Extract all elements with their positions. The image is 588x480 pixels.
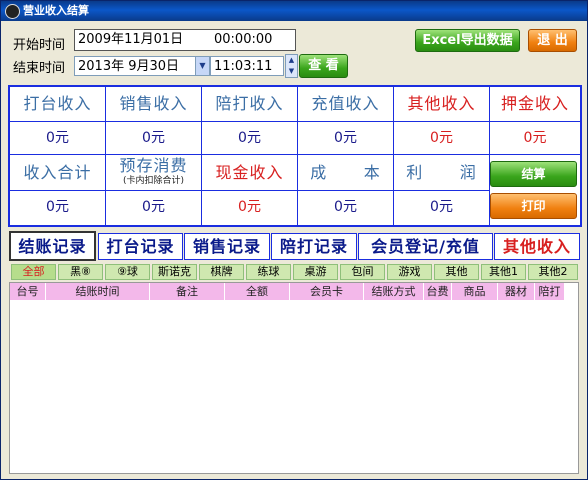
subtab-board-games[interactable]: 桌游 — [293, 264, 338, 280]
subtab-chess-cards[interactable]: 棋牌 — [199, 264, 244, 280]
spin-down-icon[interactable]: ▼ — [286, 66, 297, 77]
subtab-all[interactable]: 全部 — [11, 264, 56, 280]
tab-table-records[interactable]: 打台记录 — [98, 233, 183, 260]
column-header[interactable]: 器材 — [498, 283, 535, 300]
tab-sales-records[interactable]: 销售记录 — [184, 233, 270, 260]
subtab-other1[interactable]: 其他1 — [481, 264, 526, 280]
print-button[interactable]: 打印 — [490, 193, 577, 219]
end-time-field[interactable]: 11:03:11 — [210, 56, 284, 76]
subtab-snooker[interactable]: 斯诺克 — [152, 264, 197, 280]
summary-label: 利 润 — [394, 155, 490, 191]
summary-label: 收入合计 — [10, 155, 106, 191]
chevron-down-icon[interactable]: ▼ — [195, 57, 209, 75]
spin-up-icon[interactable]: ▲ — [286, 55, 297, 66]
column-header[interactable]: 备注 — [150, 283, 225, 300]
start-date-value: 2009年11月01日 — [78, 32, 184, 47]
summary-value: 0元 — [394, 122, 490, 155]
summary-label: 成 本 — [298, 155, 394, 191]
column-header[interactable]: 台号 — [10, 283, 46, 300]
summary-label: 其他收入 — [394, 87, 490, 122]
summary-label: 销售收入 — [106, 87, 202, 122]
subtab-private-room[interactable]: 包间 — [340, 264, 385, 280]
summary-label: 充值收入 — [298, 87, 394, 122]
subtab-other[interactable]: 其他 — [434, 264, 479, 280]
summary-value: 0元 — [10, 122, 106, 155]
column-header[interactable]: 商品 — [452, 283, 498, 300]
subtab-games[interactable]: 游戏 — [387, 264, 432, 280]
summary-value: 0元 — [490, 122, 580, 155]
end-date-value: 2013年 9月30日 — [78, 59, 180, 74]
tab-checkout-records[interactable]: 结账记录 — [9, 231, 96, 261]
summary-value: 0元 — [202, 122, 298, 155]
summary-value: 0元 — [202, 191, 298, 225]
summary-label: 现金收入 — [202, 155, 298, 191]
summary-label: 陪打收入 — [202, 87, 298, 122]
subtab-other2[interactable]: 其他2 — [528, 264, 578, 280]
tab-companion-records[interactable]: 陪打记录 — [271, 233, 357, 260]
end-time-value: 11:03:11 — [214, 59, 273, 74]
summary-value: 0元 — [10, 191, 106, 225]
summary-value: 0元 — [106, 191, 202, 225]
summary-label: 预存消费 — [119, 156, 188, 175]
start-time-value: 00:00:00 — [214, 32, 273, 47]
window-title: 营业收入结算 — [23, 4, 89, 17]
summary-label: 打台收入 — [10, 87, 106, 122]
prepaid-cell: 预存消费 (卡内扣除合计) — [106, 155, 202, 191]
subtab-nine-ball[interactable]: ⑨球 — [105, 264, 150, 280]
summary-sublabel: (卡内扣除合计) — [122, 176, 185, 186]
end-time-label: 结束时间 — [13, 61, 66, 76]
column-header[interactable]: 陪打 — [535, 283, 565, 300]
tab-other-income[interactable]: 其他收入 — [494, 233, 580, 260]
subtab-black8[interactable]: 黑⑧ — [58, 264, 103, 280]
column-header[interactable]: 台费 — [424, 283, 452, 300]
column-header[interactable]: 结账时间 — [46, 283, 150, 300]
tab-member-recharge[interactable]: 会员登记/充值 — [358, 233, 493, 260]
app-icon — [5, 4, 20, 19]
start-datetime-field[interactable]: 2009年11月01日 00:00:00 — [74, 29, 296, 51]
summary-value: 0元 — [394, 191, 490, 225]
records-table[interactable]: 台号 结账时间 备注 全额 会员卡 结账方式 台费 商品 器材 陪打 — [9, 282, 579, 474]
subtab-practice[interactable]: 练球 — [246, 264, 291, 280]
view-button[interactable]: 查 看 — [299, 54, 348, 78]
settle-button[interactable]: 结算 — [490, 161, 577, 187]
start-time-label: 开始时间 — [13, 38, 66, 53]
column-header[interactable]: 会员卡 — [290, 283, 364, 300]
time-spinner[interactable]: ▲ ▼ — [285, 54, 298, 78]
exit-button[interactable]: 退 出 — [528, 29, 577, 52]
summary-value: 0元 — [298, 191, 394, 225]
excel-export-button[interactable]: Excel导出数据 — [415, 29, 520, 52]
end-date-picker[interactable]: 2013年 9月30日 ▼ — [74, 56, 210, 76]
main-window: 营业收入结算 开始时间 2009年11月01日 00:00:00 结束时间 20… — [0, 0, 588, 480]
title-bar: 营业收入结算 — [1, 1, 587, 21]
summary-value: 0元 — [298, 122, 394, 155]
summary-label: 押金收入 — [490, 87, 580, 122]
summary-value: 0元 — [106, 122, 202, 155]
column-header[interactable]: 结账方式 — [364, 283, 424, 300]
column-header[interactable]: 全额 — [225, 283, 290, 300]
